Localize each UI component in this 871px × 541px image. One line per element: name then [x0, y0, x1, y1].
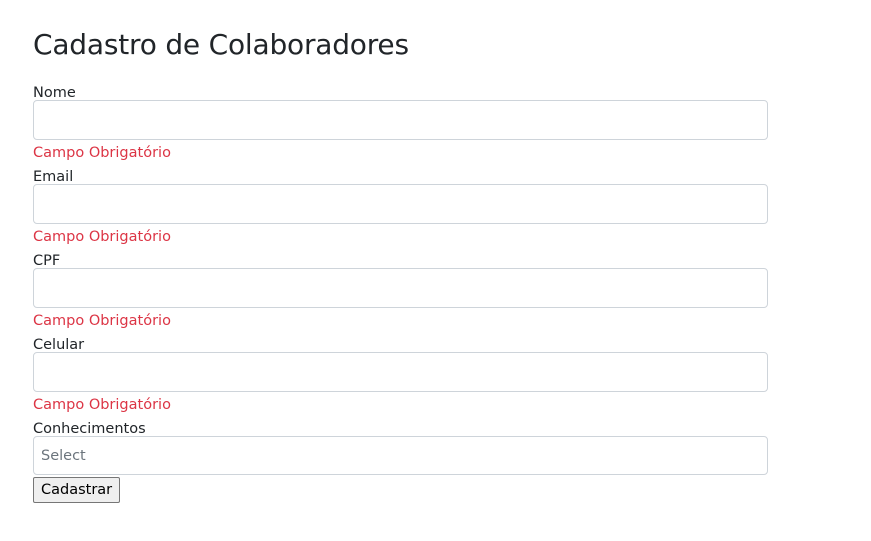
employee-registration-form: Nome Campo Obrigatório Email Campo Obrig…: [33, 84, 768, 503]
field-group-cpf: CPF Campo Obrigatório: [33, 252, 768, 336]
field-group-email: Email Campo Obrigatório: [33, 168, 768, 252]
celular-input[interactable]: [33, 352, 768, 392]
celular-error-message: Campo Obrigatório: [33, 397, 171, 413]
email-error-message: Campo Obrigatório: [33, 229, 171, 245]
page-title: Cadastro de Colaboradores: [33, 28, 409, 61]
page: Cadastro de Colaboradores Nome Campo Obr…: [0, 0, 768, 503]
conhecimentos-select-placeholder: Select: [41, 447, 86, 464]
field-group-nome: Nome Campo Obrigatório: [33, 84, 768, 168]
field-group-celular: Celular Campo Obrigatório: [33, 336, 768, 420]
nome-input[interactable]: [33, 100, 768, 140]
email-input[interactable]: [33, 184, 768, 224]
field-group-conhecimentos: Conhecimentos Select: [33, 420, 768, 475]
cadastrar-button[interactable]: Cadastrar: [33, 477, 121, 503]
conhecimentos-select[interactable]: Select: [33, 436, 768, 475]
cpf-input[interactable]: [33, 268, 768, 308]
nome-error-message: Campo Obrigatório: [33, 145, 171, 161]
cpf-error-message: Campo Obrigatório: [33, 313, 171, 329]
